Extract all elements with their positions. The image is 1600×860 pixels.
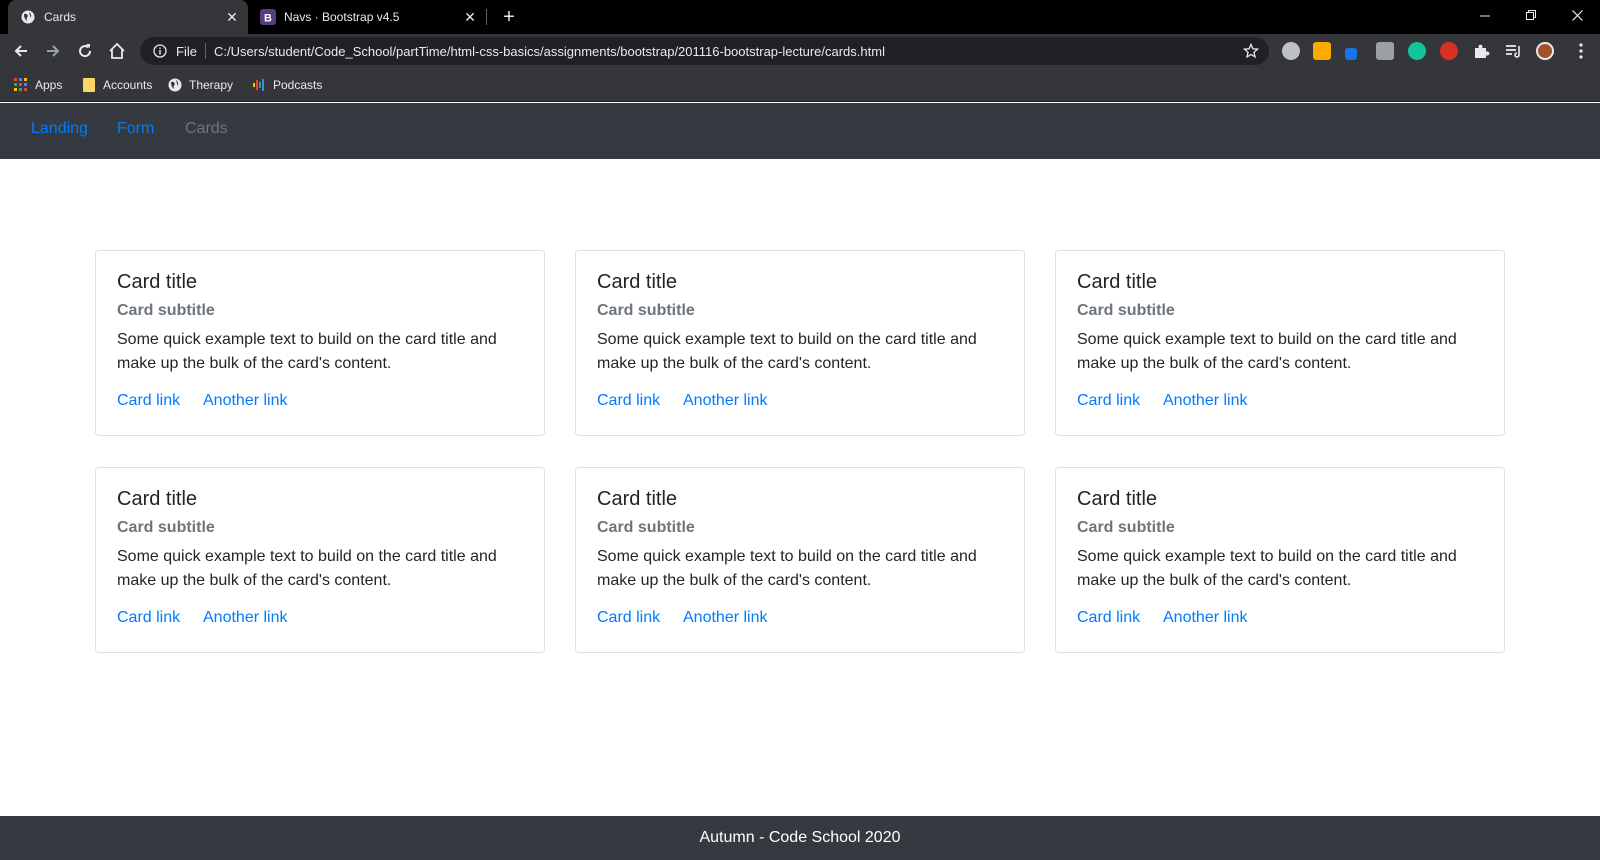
bookmark-star-icon[interactable] bbox=[1242, 42, 1260, 59]
close-icon[interactable]: ✕ bbox=[460, 7, 480, 27]
card-title: Card title bbox=[597, 488, 678, 510]
card: Card title Card subtitle Some quick exam… bbox=[1055, 467, 1505, 653]
tab-separator bbox=[486, 9, 487, 25]
card: Card title Card subtitle Some quick exam… bbox=[1055, 250, 1505, 436]
card-title: Card title bbox=[1077, 271, 1158, 293]
reading-list-icon[interactable] bbox=[1504, 42, 1522, 60]
tab-cards[interactable]: Cards ✕ bbox=[8, 0, 248, 34]
card-subtitle: Card subtitle bbox=[597, 302, 695, 319]
card-subtitle: Card subtitle bbox=[597, 519, 695, 536]
card-link[interactable]: Card link bbox=[597, 609, 660, 627]
card: Card title Card subtitle Some quick exam… bbox=[575, 250, 1025, 436]
nav-link-form[interactable]: Form bbox=[117, 120, 154, 138]
extension-notes-icon[interactable] bbox=[1313, 42, 1331, 60]
apps-grid-icon bbox=[14, 78, 28, 92]
bookmark-accounts[interactable]: Accounts bbox=[82, 76, 152, 94]
nav-link-cards[interactable]: Cards bbox=[185, 120, 228, 138]
tab-title: Cards bbox=[44, 10, 77, 24]
bookmarks-bar: Apps Accounts Therapy Podcasts bbox=[0, 68, 1600, 102]
more-menu-icon[interactable] bbox=[1572, 42, 1590, 60]
bookmark-label: Therapy bbox=[189, 78, 234, 92]
card: Card title Card subtitle Some quick exam… bbox=[575, 467, 1025, 653]
extension-h-icon[interactable] bbox=[1376, 42, 1394, 60]
tab-navs-bootstrap[interactable]: B Navs · Bootstrap v4.5 ✕ bbox=[248, 0, 486, 34]
bookmark-label: Accounts bbox=[103, 78, 153, 92]
card-subtitle: Card subtitle bbox=[117, 302, 215, 319]
card-text: Some quick example text to build on the … bbox=[597, 331, 977, 372]
grammarly-icon[interactable] bbox=[1408, 42, 1426, 60]
home-icon[interactable] bbox=[104, 38, 130, 64]
bootstrap-icon: B bbox=[260, 9, 276, 25]
another-link[interactable]: Another link bbox=[1163, 392, 1248, 410]
another-link[interactable]: Another link bbox=[203, 609, 288, 627]
site-navbar: Landing Form Cards bbox=[0, 103, 1600, 159]
podcasts-icon bbox=[252, 78, 266, 92]
close-window-icon[interactable] bbox=[1554, 0, 1600, 30]
card-title: Card title bbox=[117, 271, 198, 293]
address-bar[interactable]: File C:/Users/student/Code_School/partTi… bbox=[140, 37, 1269, 65]
omnibox-divider bbox=[204, 43, 206, 59]
another-link[interactable]: Another link bbox=[683, 609, 768, 627]
browser-toolbar: File C:/Users/student/Code_School/partTi… bbox=[0, 34, 1600, 68]
page-content: Landing Form Cards Card title Card subti… bbox=[0, 103, 1600, 860]
card-link[interactable]: Card link bbox=[597, 392, 660, 410]
extension-blue-icon[interactable] bbox=[1345, 48, 1357, 60]
card-title: Card title bbox=[117, 488, 198, 510]
card-text: Some quick example text to build on the … bbox=[597, 548, 977, 589]
profile-avatar-icon[interactable] bbox=[1536, 42, 1554, 60]
card-text: Some quick example text to build on the … bbox=[117, 331, 497, 372]
new-tab-icon[interactable]: + bbox=[497, 5, 521, 29]
card-text: Some quick example text to build on the … bbox=[1077, 548, 1457, 589]
bookmark-label: Apps bbox=[35, 78, 63, 92]
bookmark-apps[interactable]: Apps bbox=[14, 76, 62, 94]
url-scheme: File bbox=[176, 43, 197, 59]
card: Card title Card subtitle Some quick exam… bbox=[95, 250, 545, 436]
url-text[interactable]: C:/Users/student/Code_School/partTime/ht… bbox=[214, 44, 885, 59]
tab-title: Navs · Bootstrap v4.5 bbox=[284, 10, 400, 24]
minimize-icon[interactable] bbox=[1462, 0, 1508, 30]
card-text: Some quick example text to build on the … bbox=[117, 548, 497, 589]
forward-arrow-icon[interactable] bbox=[40, 38, 66, 64]
another-link[interactable]: Another link bbox=[683, 392, 768, 410]
bookmark-therapy[interactable]: Therapy bbox=[168, 76, 233, 94]
card-link[interactable]: Card link bbox=[117, 609, 180, 627]
card: Card title Card subtitle Some quick exam… bbox=[95, 467, 545, 653]
folder-icon bbox=[82, 78, 96, 92]
extension-circle-icon[interactable] bbox=[1282, 42, 1300, 60]
bookmark-label: Podcasts bbox=[273, 78, 323, 92]
another-link[interactable]: Another link bbox=[203, 392, 288, 410]
card-link[interactable]: Card link bbox=[1077, 392, 1140, 410]
info-icon[interactable] bbox=[152, 43, 168, 59]
footer-text: Autumn - Code School 2020 bbox=[699, 829, 901, 846]
close-icon[interactable]: ✕ bbox=[222, 7, 242, 27]
card-subtitle: Card subtitle bbox=[1077, 519, 1175, 536]
bootstrap-icon-letter: B bbox=[264, 13, 272, 25]
card-text: Some quick example text to build on the … bbox=[1077, 331, 1457, 372]
globe-icon bbox=[168, 78, 182, 92]
puzzle-icon[interactable] bbox=[1472, 42, 1490, 60]
card-link[interactable]: Card link bbox=[1077, 609, 1140, 627]
restore-icon[interactable] bbox=[1508, 0, 1554, 30]
back-arrow-icon[interactable] bbox=[8, 38, 34, 64]
card-subtitle: Card subtitle bbox=[1077, 302, 1175, 319]
tab-strip: Cards ✕ B Navs · Bootstrap v4.5 ✕ + bbox=[0, 0, 1600, 34]
bookmark-podcasts[interactable]: Podcasts bbox=[252, 76, 322, 94]
nav-link-landing[interactable]: Landing bbox=[31, 120, 88, 138]
site-footer: Autumn - Code School 2020 bbox=[0, 816, 1600, 860]
card-title: Card title bbox=[1077, 488, 1158, 510]
globe-icon bbox=[20, 9, 36, 25]
card-title: Card title bbox=[597, 271, 678, 293]
card-link[interactable]: Card link bbox=[117, 392, 180, 410]
reload-icon[interactable] bbox=[72, 38, 98, 64]
extension-red-hand-icon[interactable] bbox=[1440, 42, 1458, 60]
card-subtitle: Card subtitle bbox=[117, 519, 215, 536]
another-link[interactable]: Another link bbox=[1163, 609, 1248, 627]
